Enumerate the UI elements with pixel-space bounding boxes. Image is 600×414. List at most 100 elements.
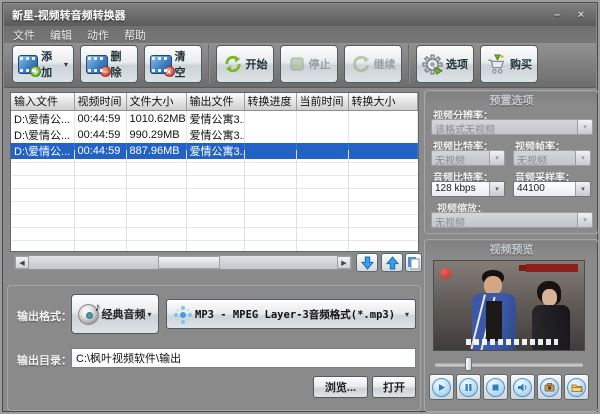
actress-figure <box>542 289 557 306</box>
stop-icon <box>288 55 306 73</box>
video-bitrate-select: 无视频 ▾ <box>431 150 505 166</box>
start-refresh-icon <box>223 54 243 74</box>
toolbar: + 添加 ▾ − 删除 × 清空 开始 停止 <box>4 43 596 88</box>
film-clear-icon: × <box>150 55 172 74</box>
col-current-time[interactable]: 当前时间 <box>296 93 348 110</box>
open-folder-button[interactable] <box>564 374 589 400</box>
film-remove-icon: − <box>86 55 108 74</box>
col-video-time[interactable]: 视频时间 <box>74 93 126 110</box>
col-input-file[interactable]: 输入文件 <box>11 93 74 110</box>
options-button[interactable]: 选项 <box>416 45 474 83</box>
output-format-label: 输出格式： <box>17 308 72 324</box>
snapshot-button[interactable] <box>537 374 562 400</box>
menu-edit[interactable]: 编辑 <box>50 27 72 43</box>
copy-icon <box>407 256 420 270</box>
output-settings-group: 输出格式： ♪ 经典音频 ▾ MP3 - MPEG Layer-3音频格式(*.… <box>7 285 421 411</box>
horizontal-scrollbar[interactable]: ◀ ▶ <box>14 255 352 270</box>
gear-icon <box>422 54 443 75</box>
format-dots-icon <box>173 305 191 323</box>
move-down-button[interactable] <box>356 253 378 272</box>
scroll-left-icon[interactable]: ◀ <box>15 256 29 269</box>
menu-action[interactable]: 动作 <box>87 27 109 43</box>
preset-options-group: 预置选项 视频分辨率： 该格式无视频 ▾ 视频比特率： 视频帧率： 无视频 ▾ … <box>424 90 599 234</box>
main-area: 输入文件 视频时间 文件大小 输出文件 转换进度 当前时间 转换大小 D:\爱情… <box>4 89 596 410</box>
col-progress[interactable]: 转换进度 <box>244 93 296 110</box>
arrow-down-icon <box>361 256 374 270</box>
audio-bitrate-select[interactable]: 128 kbps ▾ <box>431 181 505 197</box>
video-preview-group: 视频预览 <box>424 239 599 412</box>
volume-button[interactable] <box>510 374 535 400</box>
menu-file[interactable]: 文件 <box>13 27 35 43</box>
preset-options-title: 预置选项 <box>426 92 597 106</box>
chevron-down-icon: ▾ <box>405 310 409 319</box>
broadcast-banner <box>526 264 578 272</box>
clear-button[interactable]: × 清空 <box>144 45 202 83</box>
empty-grid <box>11 150 418 251</box>
col-output-file[interactable]: 输出文件 <box>186 93 244 110</box>
copy-button[interactable] <box>405 253 422 272</box>
chevron-down-icon: ▾ <box>147 310 151 319</box>
stop-playback-button[interactable] <box>483 374 508 400</box>
move-up-button[interactable] <box>381 253 403 272</box>
scrollbar-track[interactable] <box>29 256 337 269</box>
output-dir-label: 输出目录： <box>17 352 72 368</box>
play-icon <box>437 383 446 392</box>
title-bar[interactable]: 新星-视频转音频转换器 – × <box>4 4 596 26</box>
menu-help[interactable]: 帮助 <box>124 27 146 43</box>
table-row[interactable]: D:\爱情公...00:44:59 1010.62MB爱情公寓3... <box>11 110 418 127</box>
slider-track[interactable] <box>435 363 583 366</box>
close-button[interactable]: × <box>574 9 588 21</box>
stop-button[interactable]: 停止 <box>280 45 338 83</box>
start-button[interactable]: 开始 <box>216 45 274 83</box>
format-category-button[interactable]: ♪ 经典音频 ▾ <box>71 294 159 334</box>
chevron-down-icon: ▾ <box>575 151 590 165</box>
toolbar-separator <box>408 44 410 84</box>
resume-icon <box>351 54 371 74</box>
output-dir-input[interactable] <box>71 348 416 368</box>
chevron-down-icon: ▾ <box>489 182 504 196</box>
seek-slider[interactable] <box>435 359 583 369</box>
play-button[interactable] <box>429 374 454 400</box>
arrow-up-icon <box>386 256 399 270</box>
channel-logo-icon <box>440 268 451 279</box>
cd-audio-icon: ♪ <box>78 304 99 325</box>
col-file-size[interactable]: 文件大小 <box>126 93 186 110</box>
table-row[interactable]: D:\爱情公...00:44:59 990.29MB爱情公寓3... <box>11 127 418 143</box>
format-select[interactable]: MP3 - MPEG Layer-3音频格式(*.mp3) ▾ <box>166 299 416 329</box>
video-preview-title: 视频预览 <box>426 241 597 255</box>
table-header-row: 输入文件 视频时间 文件大小 输出文件 转换进度 当前时间 转换大小 <box>11 93 418 110</box>
window-title: 新星-视频转音频转换器 <box>12 7 126 23</box>
open-button[interactable]: 打开 <box>372 376 416 398</box>
player-controls <box>429 374 589 400</box>
camera-icon <box>544 382 555 393</box>
scrollbar-thumb[interactable] <box>158 256 220 269</box>
menu-bar: 文件 编辑 动作 帮助 <box>4 26 596 43</box>
resume-button[interactable]: 继续 <box>344 45 402 83</box>
toolbar-separator <box>208 44 210 84</box>
minimize-button[interactable]: – <box>550 9 564 21</box>
slider-thumb[interactable] <box>465 357 472 371</box>
scroll-right-icon[interactable]: ▶ <box>337 256 351 269</box>
chevron-down-icon: ▾ <box>489 151 504 165</box>
pause-button[interactable] <box>456 374 481 400</box>
cart-icon <box>486 54 507 75</box>
framerate-select: 无视频 ▾ <box>513 150 591 166</box>
resolution-select: 该格式无视频 ▾ <box>431 119 593 135</box>
app-window: 新星-视频转音频转换器 – × 文件 编辑 动作 帮助 + 添加 ▾ − 删除 … <box>0 0 600 414</box>
col-converted-size[interactable]: 转换大小 <box>348 93 418 110</box>
film-add-icon: + <box>18 55 38 74</box>
stop-icon <box>491 383 500 392</box>
video-preview-frame <box>433 260 585 351</box>
video-scale-select: 无视频 ▾ <box>431 212 593 228</box>
folder-icon <box>571 382 583 393</box>
chevron-down-icon: ▾ <box>575 182 590 196</box>
chevron-down-icon: ▾ <box>64 60 68 69</box>
add-button[interactable]: + 添加 ▾ <box>12 45 74 83</box>
subtitle-text <box>466 339 558 345</box>
chevron-down-icon: ▾ <box>577 213 592 227</box>
remove-button[interactable]: − 删除 <box>80 45 138 83</box>
file-list: 输入文件 视频时间 文件大小 输出文件 转换进度 当前时间 转换大小 D:\爱情… <box>10 92 419 252</box>
browse-button[interactable]: 浏览... <box>313 376 368 398</box>
samplerate-select[interactable]: 44100 ▾ <box>513 181 591 197</box>
buy-button[interactable]: 购买 <box>480 45 538 83</box>
